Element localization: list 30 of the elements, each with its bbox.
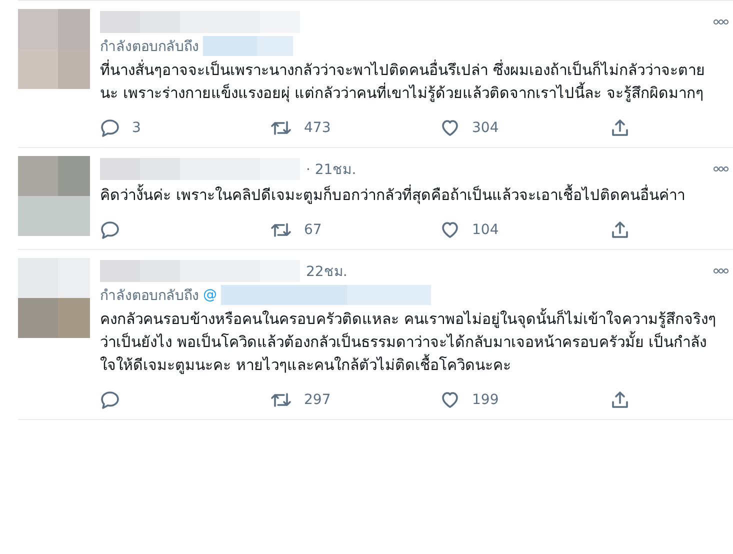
more-icon[interactable] (713, 19, 729, 25)
tweet-text: คงกลัวคนรอบข้างหรือคนในครอบครัวติดแหละ คนเราพอไม่อยู่ในจุดนั้นก็ไม่เข้าใจความรู้สึกจริงๆว่าเป็นยังไง พอเป็นโควิดแล้วต้องกลัวเป็นธรรมดาว่าจะได้กลับมาเจอหน้าครอบครัวมั้ย เป็นกำลังใจให้ดีเจมะตูมนะคะ หายไวๆและคนใกล้ตัวไม่ติดเชื้อโควิดนะคะ (100, 308, 717, 376)
retweet-icon[interactable] (270, 390, 292, 410)
more-icon[interactable] (713, 268, 729, 274)
retweet-icon[interactable] (270, 220, 292, 240)
comment-icon[interactable] (100, 118, 120, 138)
retweet-count: 473 (304, 120, 331, 136)
retweet-icon[interactable] (270, 118, 292, 138)
comment-icon[interactable] (100, 390, 120, 410)
share-icon[interactable] (610, 220, 630, 240)
like-count: 199 (472, 392, 499, 408)
retweet-count: 297 (304, 392, 331, 408)
share-icon[interactable] (610, 390, 630, 410)
tweet-time[interactable]: 22ชม. (306, 260, 348, 282)
tweet-text: คิดว่างั้นค่ะ เพราะในคลิปดีเจมะตูมก็บอกว่ากลัวที่สุดคือถ้าเป็นแล้วจะเอาเชื้อไปติดคนอื่นค่าา (100, 184, 686, 206)
replying-to-label: กำลังตอบกลับถึง (100, 287, 199, 306)
like-count: 304 (472, 120, 499, 136)
reply-handle[interactable]: @ (203, 287, 217, 303)
reply-count: 3 (132, 120, 141, 136)
share-icon[interactable] (610, 118, 630, 138)
heart-icon[interactable] (440, 220, 460, 240)
retweet-count: 67 (304, 222, 322, 238)
heart-icon[interactable] (440, 390, 460, 410)
heart-icon[interactable] (440, 118, 460, 138)
more-icon[interactable] (713, 166, 729, 172)
tweet-text: ที่นางสั่นๆอาจจะเป็นเพราะนางกลัวว่าจะพาไปติดคนอื่นรึเปล่า ซึ่งผมเองถ้าเป็นก็ไม่กลัวว่าจะตายนะ เพราะร่างกายแข็งแรงอยผุ่ แต่กลัวว่าคนที่เขาไม่รู้ด้วยแล้วติดจากเราไปนี้ละ จะรู้สึกผิดมากๆ (100, 59, 706, 104)
like-count: 104 (472, 222, 499, 238)
replying-to-label: กำลังตอบกลับถึง (100, 38, 199, 57)
comment-icon[interactable] (100, 220, 120, 240)
tweet-time[interactable]: · 21ชม. (306, 158, 356, 180)
